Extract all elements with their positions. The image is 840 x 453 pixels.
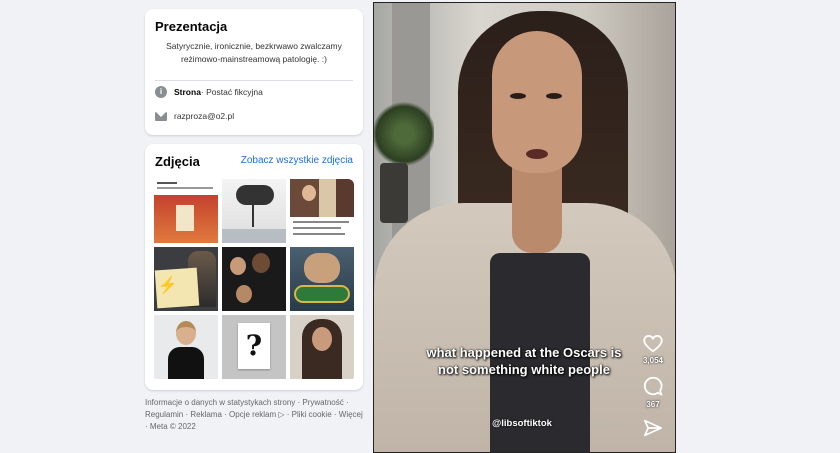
photos-title[interactable]: Zdjęcia [155, 154, 200, 169]
speaker-face [492, 31, 582, 173]
video-handle: @libsoftiktok [492, 418, 552, 429]
photo-grid: ? [154, 179, 354, 382]
info-icon: i [155, 86, 167, 98]
photos-card: Zdjęcia Zobacz wszystkie zdjęcia ? [145, 144, 363, 390]
divider [155, 80, 353, 81]
video-caption: what happened at the Oscars is not somet… [426, 345, 622, 377]
photo-thumbnail-protest-sign[interactable] [154, 247, 218, 311]
photo-thumbnail-boxer-belt[interactable] [290, 247, 354, 311]
heart-icon[interactable] [638, 333, 668, 353]
intro-card: Prezentacja Satyrycznie, ironicznie, bez… [145, 9, 363, 135]
photo-thumbnail-news-screenshot[interactable] [290, 179, 354, 243]
photo-thumbnail-post-screenshot[interactable] [154, 179, 218, 243]
photo-thumbnail-question-mark[interactable]: ? [222, 315, 286, 379]
footer-links[interactable]: Informacje o danych w statystykach stron… [145, 397, 363, 433]
question-mark-icon: ? [238, 323, 270, 369]
video-player[interactable]: what happened at the Oscars is not somet… [373, 2, 676, 453]
photo-thumbnail-event-crowd[interactable] [222, 247, 286, 311]
category-row: i Strona · Postać fikcyjna [155, 86, 263, 98]
email-row: razproza@o2.pl [155, 111, 234, 121]
video-actions: 3,054 367 [638, 333, 668, 437]
intro-bio: Satyrycznie, ironicznie, bezkrwawo zwalc… [166, 41, 342, 64]
category-value: · Postać fikcyjna [200, 87, 263, 97]
comments-count: 367 [646, 400, 660, 409]
photo-thumbnail-woman-portrait[interactable] [154, 315, 218, 379]
photo-thumbnail-video-still[interactable] [290, 315, 354, 379]
likes-count: 3,054 [642, 356, 664, 365]
see-all-photos-link[interactable]: Zobacz wszystkie zdjęcia [241, 155, 353, 166]
email-link[interactable]: razproza@o2.pl [174, 111, 234, 121]
intro-title: Prezentacja [155, 19, 228, 34]
mail-icon [155, 111, 167, 121]
share-icon[interactable] [638, 419, 668, 437]
category-label[interactable]: Strona [174, 87, 201, 97]
plant [374, 99, 434, 169]
photo-thumbnail-storm-cloud[interactable] [222, 179, 286, 243]
comment-icon[interactable] [638, 375, 668, 397]
